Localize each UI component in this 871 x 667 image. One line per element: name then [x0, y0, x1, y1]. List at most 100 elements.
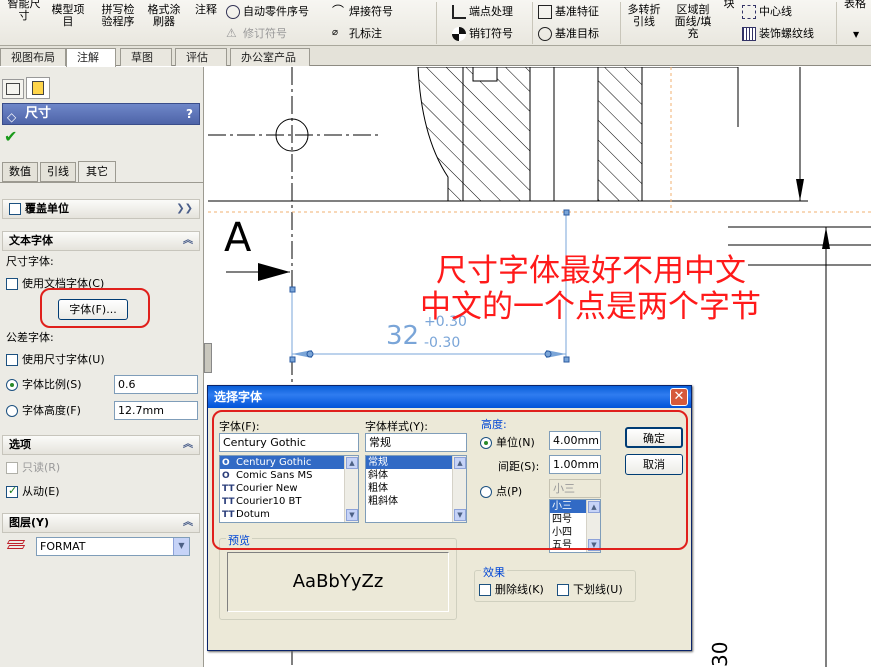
format-painter-button[interactable]: 格式涂 刷器 — [144, 4, 184, 28]
use-dim-font-option[interactable]: 使用尺寸字体(U) — [6, 351, 105, 367]
revision-symbol-button[interactable]: ⚠ 修订符号 — [226, 25, 287, 41]
subtab-other[interactable]: 其它 — [78, 161, 116, 183]
endpoint-treatment-label: 端点处理 — [469, 5, 513, 18]
tab-label: 注解 — [77, 51, 99, 64]
ribbon-divider — [532, 2, 533, 44]
multi-jog-leader-button[interactable]: 多转折 引线 — [624, 4, 664, 28]
revision-symbol-label: 修订符号 — [243, 27, 287, 40]
tab-office-products[interactable]: 办公室产品 — [230, 48, 310, 66]
tab-evaluate[interactable]: 评估 — [175, 48, 227, 66]
pan-icon[interactable]: ✥ — [632, 67, 648, 68]
font-height-input[interactable]: 12.7mm — [114, 401, 198, 420]
layer-section[interactable]: 图层(Y) ︽ — [2, 513, 200, 533]
block-button[interactable]: 块 — [720, 0, 738, 10]
collapse-chevron-icon[interactable]: ︽ — [183, 514, 193, 532]
ribbon-divider — [620, 2, 621, 44]
hole-callout-button[interactable]: ⌀ 孔标注 — [332, 25, 382, 41]
cosmetic-thread-label: 装饰螺纹线 — [759, 27, 814, 40]
use-dim-font-label: 使用尺寸字体(U) — [22, 353, 105, 366]
view-cube-icon[interactable]: ▣ — [680, 67, 697, 68]
section-label: 图层(Y) — [9, 516, 50, 529]
collapse-chevron-icon[interactable]: ︽ — [183, 436, 193, 454]
override-units-section[interactable]: 覆盖单位 ❯❯ — [2, 199, 200, 219]
spell-check-label: 拼写检 验程序 — [101, 3, 135, 28]
zoom-area-icon[interactable]: ⊕ — [616, 67, 632, 68]
center-line-button[interactable]: 中心线 — [742, 3, 792, 19]
section-label-a: A — [224, 215, 252, 261]
layers-icon — [6, 538, 26, 552]
driven-label: 从动(E) — [22, 485, 60, 498]
options-section[interactable]: 选项 ︽ — [2, 435, 200, 455]
zoom-icon[interactable]: ⊕ — [600, 67, 616, 68]
command-manager-ribbon: 智能尺 寸 模型项 目 拼写检 验程序 格式涂 刷器 注释 自动零件序号 ⚠ 修订… — [0, 0, 871, 46]
subtab-label: 其它 — [86, 165, 108, 178]
underline-checkbox[interactable] — [557, 584, 569, 596]
use-dim-font-checkbox[interactable] — [6, 354, 18, 366]
collapse-chevron-icon[interactable]: ︽ — [183, 232, 193, 250]
subtab-divider — [0, 182, 203, 183]
read-only-checkbox[interactable] — [6, 462, 18, 474]
read-only-option[interactable]: 只读(R) — [6, 459, 60, 475]
strikeout-checkbox[interactable] — [479, 584, 491, 596]
move-icon[interactable]: ✛ — [664, 67, 680, 68]
rotate-icon[interactable]: ⟳ — [648, 67, 664, 68]
cosmetic-thread-button[interactable]: 装饰螺纹线 — [742, 25, 814, 41]
tab-label: 办公室产品 — [241, 51, 296, 64]
tab-annotation[interactable]: 注解 — [66, 48, 116, 67]
underline-option[interactable]: 下划线(U) — [557, 581, 623, 597]
font-height-option[interactable]: 字体高度(F) — [6, 402, 81, 418]
subtab-value[interactable]: 数值 — [2, 162, 38, 182]
property-manager-tab[interactable] — [26, 77, 50, 99]
font-scale-input[interactable]: 0.6 — [114, 375, 198, 394]
hole-callout-label: 孔标注 — [349, 27, 382, 40]
use-doc-font-checkbox[interactable] — [6, 278, 18, 290]
chevron-down-icon[interactable]: ▼ — [173, 538, 189, 555]
layer-select[interactable]: FORMAT ▼ — [36, 537, 190, 556]
close-icon[interactable]: ✕ — [670, 388, 688, 406]
tab-label: 视图布局 — [11, 51, 55, 64]
weld-symbol-button[interactable]: ⌒ 焊接符号 — [332, 3, 393, 19]
ribbon-divider — [836, 2, 837, 44]
driven-option[interactable]: 从动(E) — [6, 483, 60, 499]
ribbon-divider — [436, 2, 437, 44]
tab-view-layout[interactable]: 视图布局 — [0, 48, 66, 66]
font-scale-label: 字体比例(S) — [22, 378, 82, 391]
font-height-radio[interactable] — [6, 405, 18, 417]
font-scale-option[interactable]: 字体比例(S) — [6, 376, 82, 392]
feature-tree-tab[interactable] — [2, 79, 24, 99]
dowel-symbol-button[interactable]: 销钉符号 — [452, 25, 513, 41]
tolerance-lower[interactable]: -0.30 — [424, 335, 460, 351]
dim-label-bottom-right: 30 — [708, 641, 732, 667]
area-hatch-label: 区域剖 面线/填 充 — [674, 3, 712, 40]
datum-feature-label: 基准特征 — [555, 5, 599, 18]
panel-splitter-handle[interactable] — [204, 343, 212, 373]
model-items-button[interactable]: 模型项 目 — [48, 4, 88, 28]
auto-balloon-button[interactable]: 自动零件序号 — [226, 3, 309, 19]
tab-sketch[interactable]: 草图 — [120, 48, 172, 66]
hole-callout-icon: ⌀ — [332, 27, 339, 38]
dimension-value[interactable]: 32 — [386, 321, 419, 351]
chevron-down-icon[interactable]: ▼ — [853, 30, 859, 39]
subtab-leaders[interactable]: 引线 — [40, 162, 76, 182]
model-items-label: 模型项 目 — [51, 3, 85, 28]
ok-checkmark-icon[interactable]: ✔ — [4, 127, 17, 146]
tables-button[interactable]: 表格 — [840, 0, 870, 10]
expand-chevron-icon[interactable]: ❯❯ — [176, 200, 193, 218]
override-units-checkbox[interactable] — [9, 203, 21, 215]
smart-dimension-button[interactable]: 智能尺 寸 — [4, 0, 44, 22]
datum-feature-button[interactable]: 基准特征 — [538, 3, 599, 19]
datum-target-button[interactable]: 基准目标 — [538, 25, 599, 41]
help-icon[interactable]: ? — [186, 104, 193, 124]
view-toolbar[interactable]: ⊕⊕✥⟳✛▣ — [600, 67, 697, 68]
area-hatch-button[interactable]: 区域剖 面线/填 充 — [670, 4, 716, 40]
auto-balloon-label: 自动零件序号 — [243, 5, 309, 18]
dowel-symbol-label: 销钉符号 — [469, 27, 513, 40]
font-scale-radio[interactable] — [6, 379, 18, 391]
text-fonts-section[interactable]: 文本字体 ︽ — [2, 231, 200, 251]
note-button[interactable]: 注释 — [190, 4, 222, 16]
dimension-icon: ◇ — [7, 110, 17, 124]
driven-checkbox[interactable] — [6, 484, 18, 498]
strikeout-option[interactable]: 删除线(K) — [479, 581, 544, 597]
spell-check-button[interactable]: 拼写检 验程序 — [96, 4, 140, 28]
endpoint-treatment-button[interactable]: 端点处理 — [452, 3, 513, 19]
